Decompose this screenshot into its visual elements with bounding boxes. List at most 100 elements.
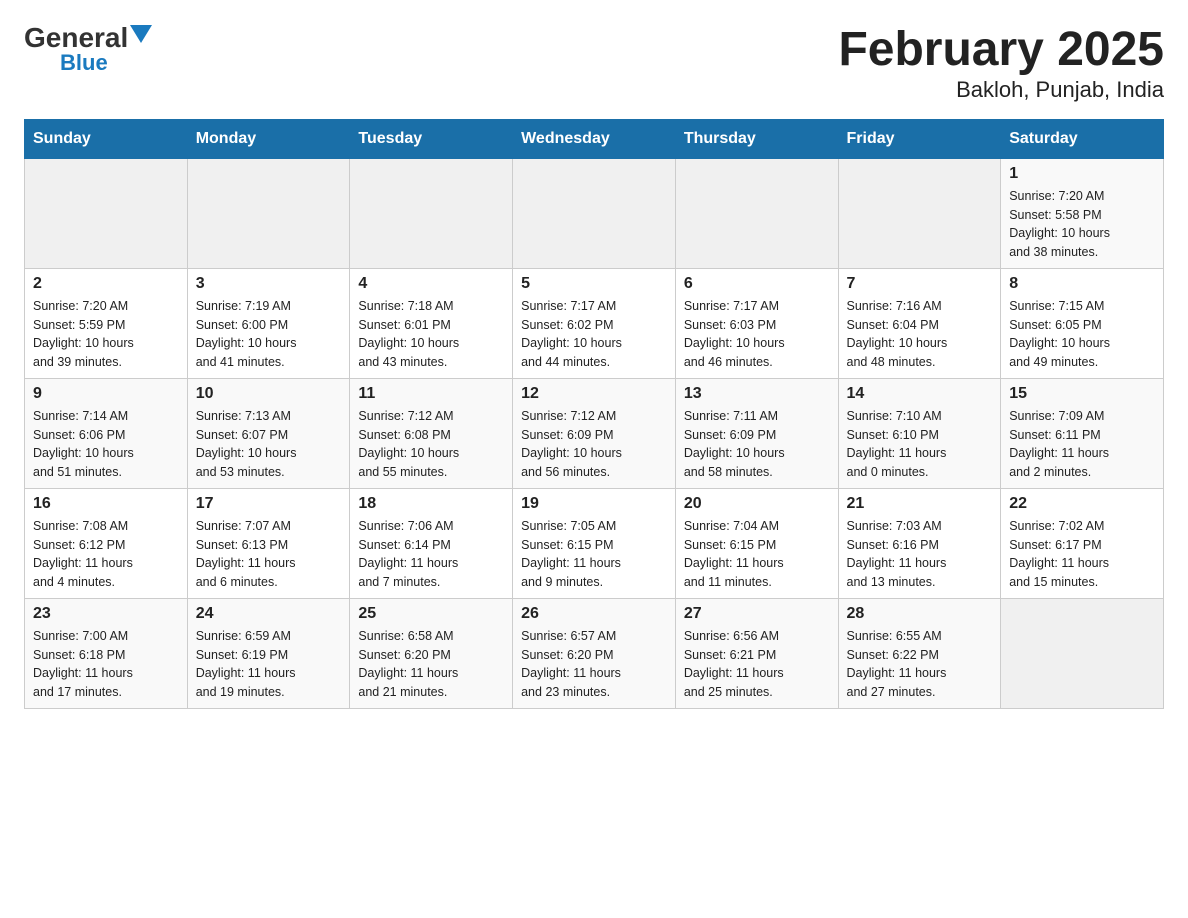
calendar-cell <box>513 158 676 268</box>
day-number: 28 <box>847 605 993 623</box>
day-info: Sunrise: 7:12 AMSunset: 6:08 PMDaylight:… <box>358 407 504 482</box>
day-info: Sunrise: 7:15 AMSunset: 6:05 PMDaylight:… <box>1009 297 1155 372</box>
calendar-body: 1 Sunrise: 7:20 AMSunset: 5:58 PMDaylight… <box>25 158 1164 708</box>
page-subtitle: Bakloh, Punjab, India <box>838 77 1164 103</box>
day-info: Sunrise: 6:57 AMSunset: 6:20 PMDaylight:… <box>521 627 667 702</box>
calendar-week-row: 23 Sunrise: 7:00 AMSunset: 6:18 PMDayligh… <box>25 598 1164 708</box>
day-info: Sunrise: 7:09 AMSunset: 6:11 PMDaylight:… <box>1009 407 1155 482</box>
calendar-cell: 21 Sunrise: 7:03 AMSunset: 6:16 PMDayligh… <box>838 488 1001 598</box>
day-info: Sunrise: 7:06 AMSunset: 6:14 PMDaylight:… <box>358 517 504 592</box>
day-info: Sunrise: 7:00 AMSunset: 6:18 PMDaylight:… <box>33 627 179 702</box>
calendar-cell: 6Sunrise: 7:17 AMSunset: 6:03 PMDaylight… <box>675 268 838 378</box>
day-number: 16 <box>33 495 179 513</box>
title-block: February 2025 Bakloh, Punjab, India <box>838 24 1164 103</box>
calendar-cell: 14Sunrise: 7:10 AMSunset: 6:10 PMDayligh… <box>838 378 1001 488</box>
day-info: Sunrise: 6:55 AMSunset: 6:22 PMDaylight:… <box>847 627 993 702</box>
calendar-cell: 3 Sunrise: 7:19 AMSunset: 6:00 PMDaylight… <box>187 268 350 378</box>
calendar-cell <box>187 158 350 268</box>
calendar-cell: 25 Sunrise: 6:58 AMSunset: 6:20 PMDayligh… <box>350 598 513 708</box>
calendar-cell: 1 Sunrise: 7:20 AMSunset: 5:58 PMDaylight… <box>1001 158 1164 268</box>
calendar-cell: 2 Sunrise: 7:20 AMSunset: 5:59 PMDaylight… <box>25 268 188 378</box>
calendar-cell: 20 Sunrise: 7:04 AMSunset: 6:15 PMDayligh… <box>675 488 838 598</box>
calendar-cell: 7Sunrise: 7:16 AMSunset: 6:04 PMDaylight… <box>838 268 1001 378</box>
calendar-table: SundayMondayTuesdayWednesdayThursdayFrid… <box>24 119 1164 709</box>
day-number: 5 <box>521 275 667 293</box>
calendar-cell: 12 Sunrise: 7:12 AMSunset: 6:09 PMDayligh… <box>513 378 676 488</box>
day-number: 21 <box>847 495 993 513</box>
calendar-day-header: Monday <box>187 119 350 158</box>
calendar-cell: 23 Sunrise: 7:00 AMSunset: 6:18 PMDayligh… <box>25 598 188 708</box>
calendar-cell: 22 Sunrise: 7:02 AMSunset: 6:17 PMDayligh… <box>1001 488 1164 598</box>
day-number: 6 <box>684 275 830 293</box>
day-number: 9 <box>33 385 179 403</box>
logo: General Blue <box>24 24 152 74</box>
day-number: 25 <box>358 605 504 623</box>
day-number: 3 <box>196 275 342 293</box>
calendar-cell: 11 Sunrise: 7:12 AMSunset: 6:08 PMDayligh… <box>350 378 513 488</box>
day-number: 12 <box>521 385 667 403</box>
day-info: Sunrise: 7:07 AMSunset: 6:13 PMDaylight:… <box>196 517 342 592</box>
day-number: 22 <box>1009 495 1155 513</box>
day-number: 11 <box>358 385 504 403</box>
calendar-week-row: 16 Sunrise: 7:08 AMSunset: 6:12 PMDayligh… <box>25 488 1164 598</box>
calendar-day-header: Saturday <box>1001 119 1164 158</box>
day-info: Sunrise: 6:59 AMSunset: 6:19 PMDaylight:… <box>196 627 342 702</box>
calendar-cell: 9Sunrise: 7:14 AMSunset: 6:06 PMDaylight… <box>25 378 188 488</box>
calendar-cell: 18 Sunrise: 7:06 AMSunset: 6:14 PMDayligh… <box>350 488 513 598</box>
day-number: 17 <box>196 495 342 513</box>
calendar-cell <box>350 158 513 268</box>
calendar-cell: 27 Sunrise: 6:56 AMSunset: 6:21 PMDayligh… <box>675 598 838 708</box>
day-number: 18 <box>358 495 504 513</box>
day-info: Sunrise: 7:20 AMSunset: 5:59 PMDaylight:… <box>33 297 179 372</box>
calendar-day-header: Thursday <box>675 119 838 158</box>
day-info: Sunrise: 7:12 AMSunset: 6:09 PMDaylight:… <box>521 407 667 482</box>
calendar-cell: 13 Sunrise: 7:11 AMSunset: 6:09 PMDayligh… <box>675 378 838 488</box>
day-info: Sunrise: 7:05 AMSunset: 6:15 PMDaylight:… <box>521 517 667 592</box>
day-number: 24 <box>196 605 342 623</box>
calendar-week-row: 9Sunrise: 7:14 AMSunset: 6:06 PMDaylight… <box>25 378 1164 488</box>
day-info: Sunrise: 7:16 AMSunset: 6:04 PMDaylight:… <box>847 297 993 372</box>
day-info: Sunrise: 7:10 AMSunset: 6:10 PMDaylight:… <box>847 407 993 482</box>
day-number: 19 <box>521 495 667 513</box>
day-info: Sunrise: 7:13 AMSunset: 6:07 PMDaylight:… <box>196 407 342 482</box>
day-info: Sunrise: 6:58 AMSunset: 6:20 PMDaylight:… <box>358 627 504 702</box>
day-info: Sunrise: 7:04 AMSunset: 6:15 PMDaylight:… <box>684 517 830 592</box>
day-info: Sunrise: 7:08 AMSunset: 6:12 PMDaylight:… <box>33 517 179 592</box>
calendar-cell <box>1001 598 1164 708</box>
calendar-cell: 8 Sunrise: 7:15 AMSunset: 6:05 PMDaylight… <box>1001 268 1164 378</box>
day-number: 10 <box>196 385 342 403</box>
day-number: 1 <box>1009 165 1155 183</box>
calendar-day-header: Wednesday <box>513 119 676 158</box>
calendar-cell: 10 Sunrise: 7:13 AMSunset: 6:07 PMDayligh… <box>187 378 350 488</box>
day-info: Sunrise: 7:19 AMSunset: 6:00 PMDaylight:… <box>196 297 342 372</box>
day-info: Sunrise: 7:17 AMSunset: 6:02 PMDaylight:… <box>521 297 667 372</box>
calendar-cell <box>838 158 1001 268</box>
calendar-header: SundayMondayTuesdayWednesdayThursdayFrid… <box>25 119 1164 158</box>
day-info: Sunrise: 6:56 AMSunset: 6:21 PMDaylight:… <box>684 627 830 702</box>
day-info: Sunrise: 7:20 AMSunset: 5:58 PMDaylight:… <box>1009 187 1155 262</box>
page-title: February 2025 <box>838 24 1164 77</box>
day-number: 20 <box>684 495 830 513</box>
calendar-header-row: SundayMondayTuesdayWednesdayThursdayFrid… <box>25 119 1164 158</box>
day-info: Sunrise: 7:11 AMSunset: 6:09 PMDaylight:… <box>684 407 830 482</box>
day-info: Sunrise: 7:18 AMSunset: 6:01 PMDaylight:… <box>358 297 504 372</box>
day-number: 27 <box>684 605 830 623</box>
day-number: 13 <box>684 385 830 403</box>
calendar-cell: 19 Sunrise: 7:05 AMSunset: 6:15 PMDayligh… <box>513 488 676 598</box>
calendar-day-header: Sunday <box>25 119 188 158</box>
day-number: 23 <box>33 605 179 623</box>
calendar-cell: 16 Sunrise: 7:08 AMSunset: 6:12 PMDayligh… <box>25 488 188 598</box>
day-number: 26 <box>521 605 667 623</box>
day-info: Sunrise: 7:02 AMSunset: 6:17 PMDaylight:… <box>1009 517 1155 592</box>
day-info: Sunrise: 7:03 AMSunset: 6:16 PMDaylight:… <box>847 517 993 592</box>
calendar-cell: 28 Sunrise: 6:55 AMSunset: 6:22 PMDayligh… <box>838 598 1001 708</box>
calendar-cell: 26 Sunrise: 6:57 AMSunset: 6:20 PMDayligh… <box>513 598 676 708</box>
page-header: General Blue February 2025 Bakloh, Punja… <box>24 24 1164 103</box>
day-number: 4 <box>358 275 504 293</box>
calendar-day-header: Friday <box>838 119 1001 158</box>
calendar-cell <box>25 158 188 268</box>
calendar-cell: 15Sunrise: 7:09 AMSunset: 6:11 PMDayligh… <box>1001 378 1164 488</box>
logo-blue-text: Blue <box>60 52 108 74</box>
day-number: 2 <box>33 275 179 293</box>
day-number: 8 <box>1009 275 1155 293</box>
